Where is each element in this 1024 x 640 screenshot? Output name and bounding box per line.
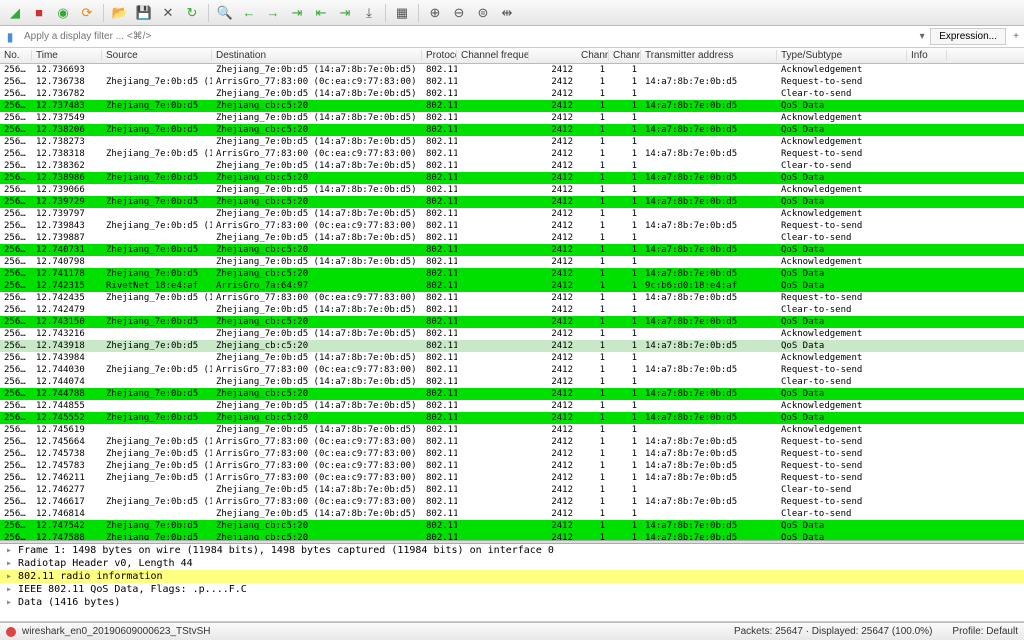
- col-chan1: Channe: [577, 50, 609, 61]
- bookmark-icon[interactable]: ▮: [0, 30, 20, 44]
- filter-add-icon[interactable]: +: [1008, 31, 1024, 42]
- col-type: Type/Subtype: [777, 50, 907, 61]
- filter-dropdown-icon[interactable]: ▾: [914, 31, 930, 42]
- prev-packet-icon[interactable]: ←: [238, 3, 260, 23]
- expression-button[interactable]: Expression...: [930, 28, 1006, 45]
- reload-icon[interactable]: ↻: [181, 3, 203, 23]
- table-row[interactable]: 256…12.742315RivetNet_18:e4:afArrisGro_7…: [0, 280, 1024, 292]
- col-destination: Destination: [212, 50, 422, 61]
- find-icon[interactable]: 🔍: [214, 3, 236, 23]
- status-packets: Packets: 25647 · Displayed: 25647 (100.0…: [734, 626, 932, 637]
- table-row[interactable]: 256…12.740731Zhejiang_7e:0b:d5Zhejiang_c…: [0, 244, 1024, 256]
- packet-list-header[interactable]: No. Time Source Destination Protocol Cha…: [0, 48, 1024, 64]
- col-source: Source: [102, 50, 212, 61]
- stop-capture-icon[interactable]: ■: [28, 3, 50, 23]
- detail-frame[interactable]: Frame 1: 1498 bytes on wire (11984 bits)…: [0, 544, 1024, 557]
- packet-details[interactable]: Frame 1: 1498 bytes on wire (11984 bits)…: [0, 544, 1024, 622]
- table-row[interactable]: 256…12.745619Zhejiang_7e:0b:d5 (14:a7:8b…: [0, 424, 1024, 436]
- col-chan-freq: Channel frequency: [457, 50, 529, 61]
- table-row[interactable]: 256…12.744074Zhejiang_7e:0b:d5 (14:a7:8b…: [0, 376, 1024, 388]
- col-chan2: Channe: [609, 50, 641, 61]
- table-row[interactable]: 256…12.739887Zhejiang_7e:0b:d5 (14:a7:8b…: [0, 232, 1024, 244]
- filter-bar: ▮ ▾ Expression... +: [0, 26, 1024, 48]
- table-row[interactable]: 256…12.742479Zhejiang_7e:0b:d5 (14:a7:8b…: [0, 304, 1024, 316]
- table-row[interactable]: 256…12.736693Zhejiang_7e:0b:d5 (14:a7:8b…: [0, 64, 1024, 76]
- detail-ieee[interactable]: IEEE 802.11 QoS Data, Flags: .p....F.C: [0, 583, 1024, 596]
- table-row[interactable]: 256…12.740798Zhejiang_7e:0b:d5 (14:a7:8b…: [0, 256, 1024, 268]
- goto-packet-icon[interactable]: ⇥: [286, 3, 308, 23]
- col-info: Info: [907, 50, 947, 61]
- table-row[interactable]: 256…12.745738Zhejiang_7e:0b:d5 (1…ArrisG…: [0, 448, 1024, 460]
- table-row[interactable]: 256…12.746211Zhejiang_7e:0b:d5 (1…ArrisG…: [0, 472, 1024, 484]
- status-bar: wireshark_en0_20190609000623_TStvSH Pack…: [0, 622, 1024, 640]
- packet-list[interactable]: 256…12.736693Zhejiang_7e:0b:d5 (14:a7:8b…: [0, 64, 1024, 540]
- table-row[interactable]: 256…12.737483Zhejiang_7e:0b:d5Zhejiang_c…: [0, 100, 1024, 112]
- auto-scroll-icon[interactable]: ⤓: [358, 3, 380, 23]
- table-row[interactable]: 256…12.742435Zhejiang_7e:0b:d5 (1…ArrisG…: [0, 292, 1024, 304]
- table-row[interactable]: 256…12.743984Zhejiang_7e:0b:d5 (14:a7:8b…: [0, 352, 1024, 364]
- close-file-icon[interactable]: ✕: [157, 3, 179, 23]
- next-packet-icon[interactable]: →: [262, 3, 284, 23]
- table-row[interactable]: 256…12.745552Zhejiang_7e:0b:d5Zhejiang_c…: [0, 412, 1024, 424]
- table-row[interactable]: 256…12.736738Zhejiang_7e:0b:d5 (1…ArrisG…: [0, 76, 1024, 88]
- last-packet-icon[interactable]: ⇥: [334, 3, 356, 23]
- table-row[interactable]: 256…12.743150Zhejiang_7e:0b:d5Zhejiang_c…: [0, 316, 1024, 328]
- start-capture-icon[interactable]: ◉: [52, 3, 74, 23]
- table-row[interactable]: 256…12.744855Zhejiang_7e:0b:d5 (14:a7:8b…: [0, 400, 1024, 412]
- colorize-icon[interactable]: ▦: [391, 3, 413, 23]
- table-row[interactable]: 256…12.746277Zhejiang_7e:0b:d5 (14:a7:8b…: [0, 484, 1024, 496]
- table-row[interactable]: 256…12.746617Zhejiang_7e:0b:d5 (1…ArrisG…: [0, 496, 1024, 508]
- table-row[interactable]: 256…12.747542Zhejiang_7e:0b:d5Zhejiang_c…: [0, 520, 1024, 532]
- table-row[interactable]: 256…12.738986Zhejiang_7e:0b:d5Zhejiang_c…: [0, 172, 1024, 184]
- table-row[interactable]: 256…12.744030Zhejiang_7e:0b:d5 (1…ArrisG…: [0, 364, 1024, 376]
- table-row[interactable]: 256…12.739729Zhejiang_7e:0b:d5Zhejiang_c…: [0, 196, 1024, 208]
- table-row[interactable]: 256…12.739843Zhejiang_7e:0b:d5 (1…ArrisG…: [0, 220, 1024, 232]
- table-row[interactable]: 256…12.743918Zhejiang_7e:0b:d5Zhejiang_c…: [0, 340, 1024, 352]
- detail-radiotap[interactable]: Radiotap Header v0, Length 44: [0, 557, 1024, 570]
- zoom-in-icon[interactable]: ⊕: [424, 3, 446, 23]
- zoom-out-icon[interactable]: ⊖: [448, 3, 470, 23]
- first-packet-icon[interactable]: ⇤: [310, 3, 332, 23]
- detail-data[interactable]: Data (1416 bytes): [0, 596, 1024, 609]
- col-protocol: Protocol: [422, 50, 457, 61]
- table-row[interactable]: 256…12.745664Zhejiang_7e:0b:d5 (1…ArrisG…: [0, 436, 1024, 448]
- col-tx-addr: Transmitter address: [641, 50, 777, 61]
- table-row[interactable]: 256…12.738318Zhejiang_7e:0b:d5 (1…ArrisG…: [0, 148, 1024, 160]
- table-row[interactable]: 256…12.737549Zhejiang_7e:0b:d5 (14:a7:8b…: [0, 112, 1024, 124]
- main-toolbar: ◢ ■ ◉ ⟳ 📂 💾 ✕ ↻ 🔍 ← → ⇥ ⇤ ⇥ ⤓ ▦ ⊕ ⊖ ⊜ ⇹: [0, 0, 1024, 26]
- table-row[interactable]: 256…12.738206Zhejiang_7e:0b:d5Zhejiang_c…: [0, 124, 1024, 136]
- table-row[interactable]: 256…12.739797Zhejiang_7e:0b:d5 (14:a7:8b…: [0, 208, 1024, 220]
- table-row[interactable]: 256…12.736782Zhejiang_7e:0b:d5 (14:a7:8b…: [0, 88, 1024, 100]
- status-file: wireshark_en0_20190609000623_TStvSH: [22, 626, 210, 637]
- table-row[interactable]: 256…12.746814Zhejiang_7e:0b:d5 (14:a7:8b…: [0, 508, 1024, 520]
- col-time: Time: [32, 50, 102, 61]
- zoom-reset-icon[interactable]: ⊜: [472, 3, 494, 23]
- open-file-icon[interactable]: 📂: [109, 3, 131, 23]
- table-row[interactable]: 256…12.743216Zhejiang_7e:0b:d5 (14:a7:8b…: [0, 328, 1024, 340]
- save-file-icon[interactable]: 💾: [133, 3, 155, 23]
- table-row[interactable]: 256…12.741178Zhejiang_7e:0b:d5Zhejiang_c…: [0, 268, 1024, 280]
- table-row[interactable]: 256…12.745783Zhejiang_7e:0b:d5 (1…ArrisG…: [0, 460, 1024, 472]
- table-row[interactable]: 256…12.744788Zhejiang_7e:0b:d5Zhejiang_c…: [0, 388, 1024, 400]
- expert-info-icon[interactable]: [6, 627, 16, 637]
- detail-radio-info[interactable]: 802.11 radio information: [0, 570, 1024, 583]
- display-filter-input[interactable]: [20, 29, 914, 44]
- interfaces-icon[interactable]: ◢: [4, 3, 26, 23]
- resize-columns-icon[interactable]: ⇹: [496, 3, 518, 23]
- col-no: No.: [0, 50, 32, 61]
- restart-capture-icon[interactable]: ⟳: [76, 3, 98, 23]
- status-profile[interactable]: Profile: Default: [952, 626, 1018, 637]
- table-row[interactable]: 256…12.738362Zhejiang_7e:0b:d5 (14:a7:8b…: [0, 160, 1024, 172]
- table-row[interactable]: 256…12.747588Zhejiang_7e:0b:d5Zhejiang_c…: [0, 532, 1024, 540]
- table-row[interactable]: 256…12.739066Zhejiang_7e:0b:d5 (14:a7:8b…: [0, 184, 1024, 196]
- table-row[interactable]: 256…12.738273Zhejiang_7e:0b:d5 (14:a7:8b…: [0, 136, 1024, 148]
